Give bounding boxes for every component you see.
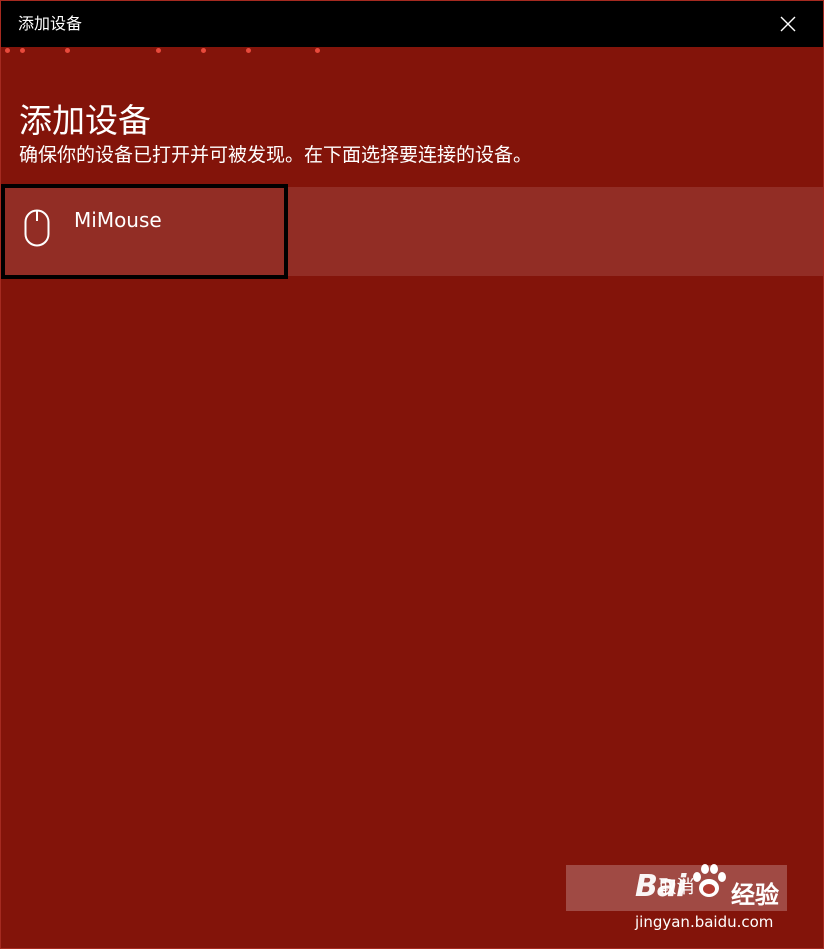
device-item-mimouse[interactable]: MiMouse [1,184,823,279]
add-device-dialog: 添加设备 添加设备 确保你的设备已打开并可被发现。在下面选择要连接的设备。 Mi… [0,0,824,949]
close-button[interactable] [753,1,823,47]
progress-dot [201,48,206,53]
progress-dot [20,48,25,53]
progress-indicator [1,48,823,54]
progress-dot [315,48,320,53]
device-name: MiMouse [74,208,162,232]
title-bar: 添加设备 [1,1,823,47]
cancel-button[interactable]: 取消 [566,865,787,911]
page-subtitle: 确保你的设备已打开并可被发现。在下面选择要连接的设备。 [19,144,533,166]
watermark-url: jingyan.baidu.com [635,913,774,931]
close-icon [780,16,796,32]
progress-dot [5,48,10,53]
progress-dot [246,48,251,53]
device-list: MiMouse [1,184,823,279]
page-heading: 添加设备 [19,101,151,141]
progress-dot [65,48,70,53]
progress-dot [156,48,161,53]
mouse-icon [24,209,50,247]
window-title: 添加设备 [18,14,83,33]
